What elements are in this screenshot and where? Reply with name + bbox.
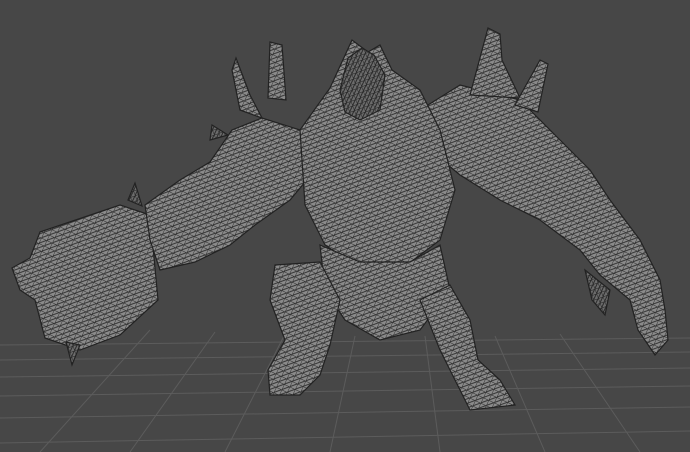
left-horn-small (267, 41, 287, 101)
left-arm-spike (209, 123, 230, 141)
left-arm (144, 117, 316, 271)
cannon-spike (65, 341, 81, 367)
left-shoulder-horn (231, 56, 264, 120)
right-shoulder-horn-2 (514, 59, 549, 113)
right-leg (419, 284, 516, 411)
left-leg (267, 261, 341, 396)
scene-viewport[interactable] (0, 0, 690, 452)
cannon-weapon (11, 204, 159, 351)
scene-canvas[interactable] (0, 0, 690, 452)
right-shoulder-horn (469, 27, 521, 99)
creature-mesh-icon[interactable] (11, 27, 669, 411)
ground-grid (0, 329, 690, 452)
cannon-spike (127, 181, 143, 208)
